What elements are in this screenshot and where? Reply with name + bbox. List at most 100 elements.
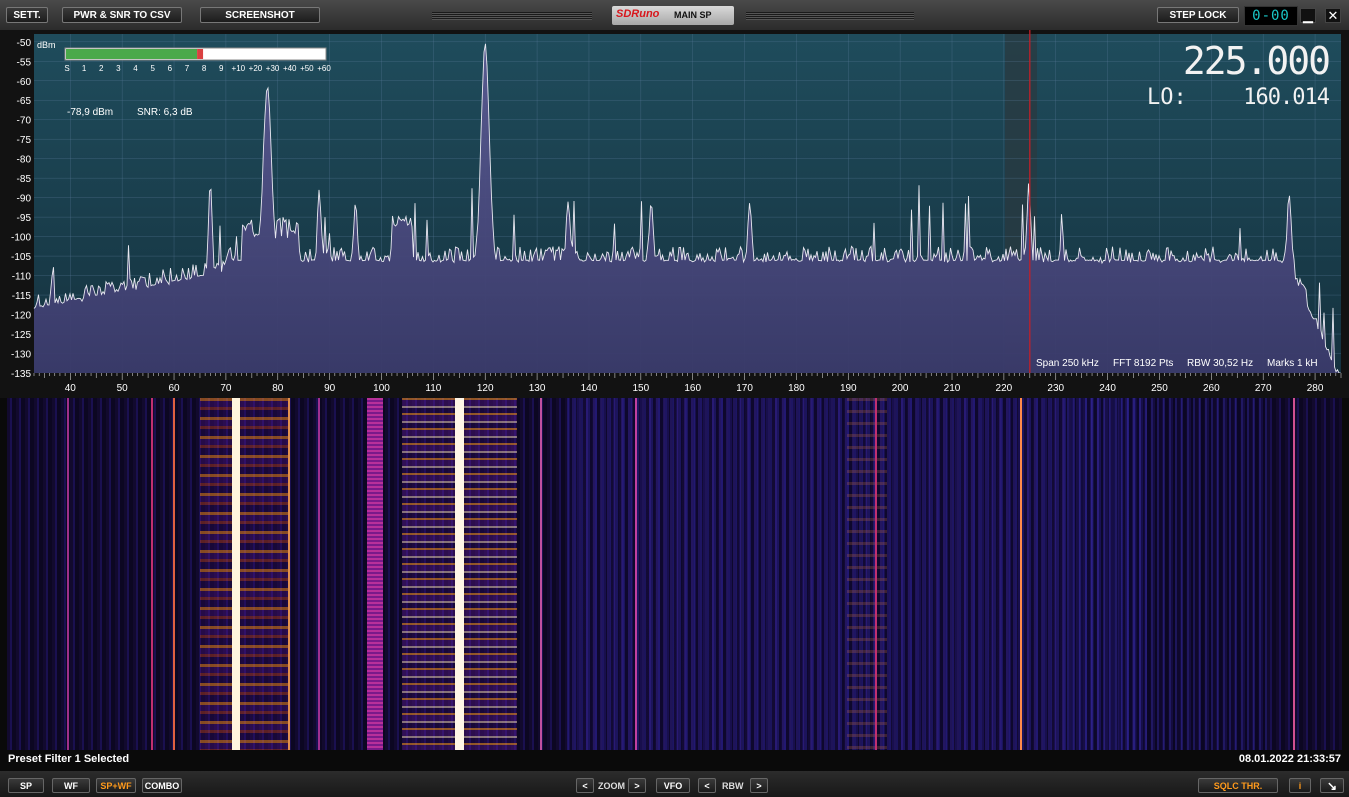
waterfall-line-67khz [67, 398, 69, 750]
y-tick-label: -55 [17, 57, 32, 68]
rbw-decrease-button[interactable]: < [698, 778, 716, 793]
waterfall-signal-104khz [367, 398, 383, 750]
window-title: MAIN SP [674, 10, 712, 20]
x-tick-label: 70 [220, 383, 232, 394]
rbw-increase-button[interactable]: > [750, 778, 768, 793]
minimize-icon[interactable]: ▁ [1300, 8, 1316, 23]
pwr-snr-csv-button[interactable]: PWR & SNR TO CSV [62, 7, 182, 23]
smeter-scale-label: +60 [317, 64, 331, 73]
waterfall-line-71khz [173, 398, 175, 750]
waterfall-signal-196khz [847, 398, 887, 750]
close-icon[interactable]: ✕ [1325, 8, 1341, 23]
dbm-unit-label: dBm [37, 40, 56, 50]
smeter-scale-label: 1 [82, 64, 87, 73]
spectrum-plot[interactable]: -50 -55 -60 -65 -70 -75 -80 -85 -90 -95 -100 -105 -1… [0, 30, 1349, 398]
y-tick-label: -95 [17, 213, 32, 224]
x-tick-label: 130 [529, 383, 546, 394]
smeter-scale-label: 7 [185, 64, 190, 73]
waterfall-line-88khz [288, 398, 290, 750]
smeter-scale-label: +40 [283, 64, 297, 73]
x-tick-label: 260 [1203, 383, 1220, 394]
smeter-scale-label: 3 [116, 64, 121, 73]
waterfall-line-275khz [1293, 398, 1295, 750]
x-tick-label: 280 [1307, 383, 1324, 394]
vfo-button[interactable]: VFO [656, 778, 690, 793]
y-tick-label: -115 [12, 291, 32, 302]
x-tick-label: 180 [788, 383, 805, 394]
frequency-display[interactable]: 225.000 [1183, 39, 1331, 83]
display-readout: 0-00 [1244, 6, 1298, 26]
smeter-scale-label: 9 [219, 64, 224, 73]
smeter-scale-label: 4 [133, 64, 138, 73]
x-tick-label: 230 [1047, 383, 1064, 394]
smeter-scale-label: 2 [99, 64, 104, 73]
rbw-info: RBW 30,52 Hz [1187, 358, 1253, 369]
y-tick-label: -110 [12, 272, 32, 283]
level-readout: -78,9 dBm [67, 107, 113, 118]
snr-readout: SNR: 6,3 dB [137, 107, 193, 118]
waterfall-line-95khz [318, 398, 320, 750]
app-logo: SDRuno [616, 8, 660, 20]
waterfall-signal-78khz [200, 398, 290, 750]
smeter-scale-label: 5 [150, 64, 155, 73]
zoom-in-button[interactable]: > [628, 778, 646, 793]
waterfall-display[interactable] [7, 398, 1342, 750]
waterfall-right-noise [1067, 398, 1267, 750]
resize-icon[interactable]: ↘ [1320, 778, 1344, 793]
status-message: Preset Filter 1 Selected [8, 753, 130, 765]
bottom-toolbar: SP WF SP+WF COMBO < ZOOM > VFO < RBW > S… [0, 771, 1349, 797]
smeter-bar [66, 49, 198, 59]
smeter-scale-label: +30 [266, 64, 280, 73]
screenshot-button[interactable]: SCREENSHOT [200, 7, 320, 23]
y-tick-label: -100 [11, 233, 31, 244]
smeter-scale-label: +50 [300, 64, 314, 73]
zoom-label: ZOOM [598, 781, 625, 791]
y-tick-label: -80 [17, 155, 32, 166]
y-tick-label: -90 [17, 194, 32, 205]
x-tick-label: 200 [892, 383, 909, 394]
y-tick-label: -85 [17, 174, 32, 185]
lo-label: LO: [1147, 85, 1187, 110]
waterfall-line-197khz [875, 398, 877, 750]
x-tick-label: 80 [272, 383, 284, 394]
wf-mode-button[interactable]: WF [52, 778, 90, 793]
y-tick-label: -70 [17, 116, 32, 127]
fft-info: FFT 8192 Pts [1113, 358, 1173, 369]
y-tick-label: -65 [17, 96, 32, 107]
x-tick-label: 240 [1099, 383, 1116, 394]
x-tick-label: 170 [736, 383, 753, 394]
settings-button[interactable]: SETT. [6, 7, 48, 23]
x-tick-label: 60 [168, 383, 180, 394]
x-tick-label: 210 [944, 383, 961, 394]
x-tick-label: 110 [425, 383, 441, 394]
marks-info: Marks 1 kH [1267, 358, 1318, 369]
span-info: Span 250 kHz [1036, 358, 1099, 369]
y-tick-label: -50 [17, 38, 32, 49]
combo-mode-button[interactable]: COMBO [142, 778, 182, 793]
waterfall-line-63khz [151, 398, 153, 750]
x-tick-label: 150 [632, 383, 649, 394]
info-button[interactable]: i [1289, 778, 1311, 793]
squelch-threshold-button[interactable]: SQLC THR. [1198, 778, 1278, 793]
waterfall-carrier-120khz [455, 398, 464, 750]
x-tick-label: 50 [117, 383, 129, 394]
sp-wf-mode-button[interactable]: SP+WF [96, 778, 136, 793]
sp-mode-button[interactable]: SP [8, 778, 44, 793]
waterfall-carrier-78khz [232, 398, 240, 750]
x-tick-label: 270 [1255, 383, 1272, 394]
drag-grip-right[interactable] [746, 12, 914, 20]
smeter-peak [197, 49, 204, 59]
y-tick-label: -105 [11, 252, 31, 263]
x-tick-label: 100 [373, 383, 390, 394]
x-tick-label: 90 [324, 383, 336, 394]
step-lock-button[interactable]: STEP LOCK [1157, 7, 1239, 23]
status-datetime: 08.01.2022 21:33:57 [1238, 753, 1341, 765]
lo-frequency-display[interactable]: 160.014 [1243, 85, 1330, 110]
x-tick-label: 250 [1151, 383, 1168, 394]
y-tick-label: -130 [11, 350, 31, 361]
x-tick-label: 140 [581, 383, 598, 394]
zoom-out-button[interactable]: < [576, 778, 594, 793]
drag-grip-left[interactable] [432, 12, 592, 20]
x-tick-label: 40 [65, 383, 77, 394]
waterfall-tuned-line [1020, 398, 1022, 750]
